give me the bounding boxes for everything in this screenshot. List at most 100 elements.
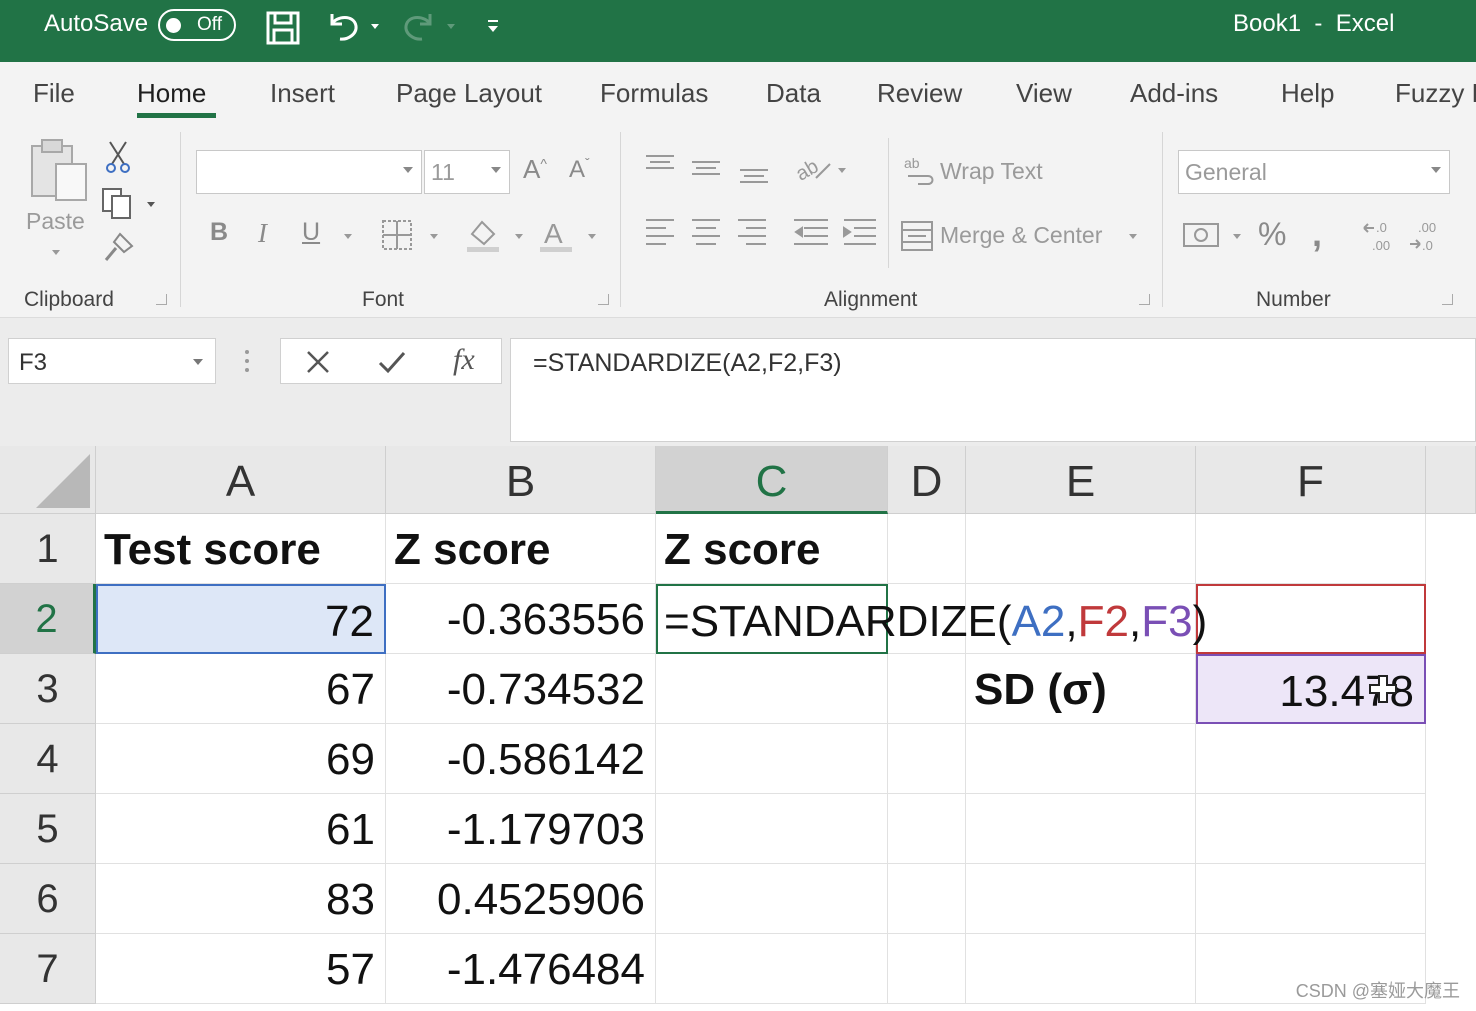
cell-e3[interactable]: SD (σ) bbox=[966, 654, 1196, 724]
cell-e7[interactable] bbox=[966, 934, 1196, 1004]
autosave-toggle[interactable]: Off bbox=[158, 9, 236, 41]
merge-center-label[interactable]: Merge & Center bbox=[940, 222, 1102, 249]
cell-c5[interactable] bbox=[656, 794, 888, 864]
copy-icon[interactable] bbox=[100, 186, 136, 220]
wrap-text-icon[interactable]: ab bbox=[904, 154, 936, 186]
row-header-3[interactable]: 3 bbox=[0, 654, 96, 724]
tab-data[interactable]: Data bbox=[766, 78, 821, 109]
font-name-combo[interactable] bbox=[196, 150, 422, 194]
underline-dropdown-icon[interactable] bbox=[344, 234, 352, 239]
undo-icon[interactable] bbox=[324, 8, 362, 44]
cell-c3[interactable] bbox=[656, 654, 888, 724]
accounting-format-icon[interactable] bbox=[1182, 220, 1222, 252]
tab-page-layout[interactable]: Page Layout bbox=[396, 78, 542, 109]
underline-icon[interactable]: U bbox=[302, 220, 320, 245]
formula-input[interactable]: =STANDARDIZE(A2,F2,F3) bbox=[510, 338, 1476, 442]
orientation-icon[interactable]: ab bbox=[794, 152, 834, 186]
cell-c6[interactable] bbox=[656, 864, 888, 934]
tab-view[interactable]: View bbox=[1016, 78, 1072, 109]
accounting-dropdown-icon[interactable] bbox=[1233, 234, 1241, 239]
format-painter-icon[interactable] bbox=[102, 230, 136, 264]
cell-b2[interactable]: -0.363556 bbox=[386, 584, 656, 654]
paste-icon[interactable] bbox=[28, 136, 90, 216]
cell-a5[interactable]: 61 bbox=[96, 794, 386, 864]
tab-review[interactable]: Review bbox=[877, 78, 962, 109]
paste-dropdown-icon[interactable] bbox=[52, 250, 60, 255]
orientation-dropdown-icon[interactable] bbox=[838, 168, 846, 173]
undo-dropdown-icon[interactable] bbox=[371, 24, 379, 29]
cell-e1[interactable] bbox=[966, 514, 1196, 584]
insert-function-icon[interactable]: fx bbox=[453, 343, 475, 377]
column-header-d[interactable]: D bbox=[888, 446, 966, 514]
column-header-a[interactable]: A bbox=[96, 446, 386, 514]
cell-f6[interactable] bbox=[1196, 864, 1426, 934]
increase-font-size-icon[interactable]: A^ bbox=[523, 156, 547, 182]
font-name-dropdown-icon[interactable] bbox=[403, 167, 413, 173]
cell-f5[interactable] bbox=[1196, 794, 1426, 864]
wrap-text-label[interactable]: Wrap Text bbox=[940, 158, 1043, 185]
cell-c1[interactable]: Z score bbox=[656, 514, 888, 584]
cell-f4[interactable] bbox=[1196, 724, 1426, 794]
cell-b3[interactable]: -0.734532 bbox=[386, 654, 656, 724]
column-header-b[interactable]: B bbox=[386, 446, 656, 514]
cell-f2[interactable] bbox=[1196, 584, 1426, 654]
row-header-6[interactable]: 6 bbox=[0, 864, 96, 934]
font-size-combo[interactable]: 11 bbox=[424, 150, 510, 194]
italic-icon[interactable]: I bbox=[258, 220, 267, 247]
fill-color-dropdown-icon[interactable] bbox=[515, 234, 523, 239]
cell-a2[interactable]: 72 bbox=[96, 584, 386, 654]
fill-color-icon[interactable] bbox=[464, 216, 502, 254]
comma-style-icon[interactable]: , bbox=[1312, 216, 1322, 252]
horizontal-align-icons[interactable] bbox=[644, 216, 880, 252]
cell-d1[interactable] bbox=[888, 514, 966, 584]
font-color-icon[interactable]: A bbox=[538, 216, 574, 254]
cell-b6[interactable]: 0.4525906 bbox=[386, 864, 656, 934]
cell-d7[interactable] bbox=[888, 934, 966, 1004]
tab-help[interactable]: Help bbox=[1281, 78, 1334, 109]
font-size-dropdown-icon[interactable] bbox=[491, 167, 501, 173]
name-box[interactable]: F3 bbox=[8, 338, 216, 384]
cell-e5[interactable] bbox=[966, 794, 1196, 864]
tab-fuzzy[interactable]: Fuzzy L bbox=[1395, 78, 1476, 109]
column-header-c[interactable]: C bbox=[656, 446, 888, 514]
cell-a7[interactable]: 57 bbox=[96, 934, 386, 1004]
decrease-font-size-icon[interactable]: Aˇ bbox=[569, 156, 590, 182]
row-header-7[interactable]: 7 bbox=[0, 934, 96, 1004]
cell-c7[interactable] bbox=[656, 934, 888, 1004]
bold-icon[interactable]: B bbox=[210, 220, 228, 245]
cell-b7[interactable]: -1.476484 bbox=[386, 934, 656, 1004]
tab-file[interactable]: File bbox=[33, 78, 75, 109]
merge-center-dropdown-icon[interactable] bbox=[1129, 234, 1137, 239]
tab-home[interactable]: Home bbox=[137, 78, 206, 109]
copy-dropdown-icon[interactable] bbox=[147, 202, 155, 207]
cell-d5[interactable] bbox=[888, 794, 966, 864]
number-format-combo[interactable]: General bbox=[1178, 150, 1450, 194]
row-header-5[interactable]: 5 bbox=[0, 794, 96, 864]
row-header-4[interactable]: 4 bbox=[0, 724, 96, 794]
cell-c2[interactable]: =STANDARDIZE(A2,F2,F3) bbox=[656, 584, 1207, 654]
vertical-align-icons[interactable] bbox=[644, 152, 776, 188]
cell-a4[interactable]: 69 bbox=[96, 724, 386, 794]
alignment-launcher-icon[interactable] bbox=[1139, 294, 1150, 305]
number-launcher-icon[interactable] bbox=[1442, 294, 1453, 305]
save-icon[interactable] bbox=[265, 10, 301, 46]
resize-handle-icon[interactable] bbox=[242, 348, 252, 374]
cell-b4[interactable]: -0.586142 bbox=[386, 724, 656, 794]
decrease-decimal-icon[interactable]: .00 .0 bbox=[1408, 216, 1444, 254]
customize-toolbar-icon[interactable] bbox=[486, 18, 500, 34]
cell-b1[interactable]: Z score bbox=[386, 514, 656, 584]
row-header-2[interactable]: 2 bbox=[0, 584, 96, 654]
enter-icon[interactable] bbox=[377, 349, 407, 375]
merge-center-icon[interactable] bbox=[900, 220, 934, 252]
cancel-icon[interactable] bbox=[305, 349, 331, 375]
column-header-f[interactable]: F bbox=[1196, 446, 1426, 514]
borders-dropdown-icon[interactable] bbox=[430, 234, 438, 239]
cut-icon[interactable] bbox=[104, 140, 132, 174]
font-color-dropdown-icon[interactable] bbox=[588, 234, 596, 239]
column-header-e[interactable]: E bbox=[966, 446, 1196, 514]
redo-icon[interactable] bbox=[400, 8, 438, 44]
increase-decimal-icon[interactable]: .0 .00 bbox=[1362, 216, 1398, 254]
clipboard-launcher-icon[interactable] bbox=[156, 294, 167, 305]
name-box-dropdown-icon[interactable] bbox=[193, 359, 203, 365]
cell-a1[interactable]: Test score bbox=[96, 514, 386, 584]
